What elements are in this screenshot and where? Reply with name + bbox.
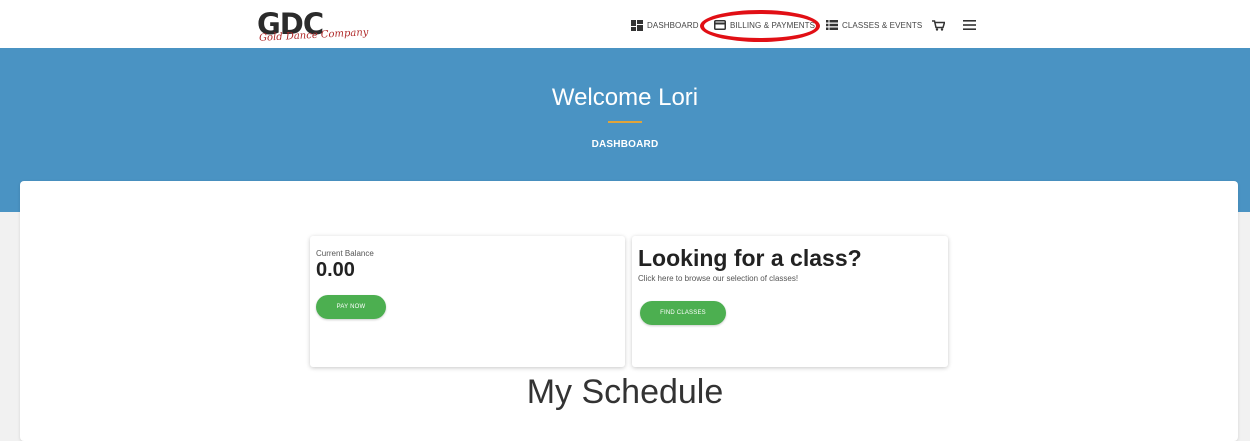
- my-schedule-heading: My Schedule: [526, 373, 724, 411]
- nav-billing-payments[interactable]: BILLING & PAYMENTS: [714, 17, 815, 33]
- cart-button[interactable]: [932, 17, 949, 33]
- pay-now-button[interactable]: PAY NOW: [316, 295, 386, 319]
- balance-label: Current Balance: [316, 249, 374, 258]
- list-icon: [826, 20, 838, 30]
- shopping-cart-icon: [932, 19, 945, 31]
- nav-dashboard-label: DASHBOARD: [647, 20, 699, 30]
- find-class-description: Click here to browse our selection of cl…: [638, 274, 799, 283]
- find-class-card[interactable]: Looking for a class? Click here to brows…: [632, 236, 948, 367]
- nav-classes-events[interactable]: CLASSES & EVENTS: [826, 17, 922, 33]
- nav-billing-label: BILLING & PAYMENTS: [730, 20, 816, 30]
- hamburger-menu-icon: [963, 20, 976, 30]
- gdc-logo[interactable]: GDC Gold Dance Company: [257, 8, 369, 44]
- top-navigation-bar: GDC Gold Dance Company DASHBOARD BILLING…: [0, 0, 1250, 48]
- find-class-heading: Looking for a class?: [638, 245, 862, 271]
- menu-button[interactable]: [963, 17, 980, 33]
- page-subtitle: DASHBOARD: [591, 139, 659, 150]
- find-classes-button[interactable]: FIND CLASSES: [640, 301, 726, 325]
- balance-value: 0.00: [316, 259, 355, 281]
- credit-card-icon: [714, 20, 726, 30]
- welcome-title: Welcome Lori: [551, 84, 699, 111]
- nav-classes-label: CLASSES & EVENTS: [842, 20, 923, 30]
- nav-dashboard[interactable]: DASHBOARD: [631, 17, 699, 33]
- balance-card: Current Balance 0.00 PAY NOW: [310, 236, 625, 367]
- dashboard-icon: [631, 19, 643, 31]
- title-underline-divider: [608, 121, 642, 123]
